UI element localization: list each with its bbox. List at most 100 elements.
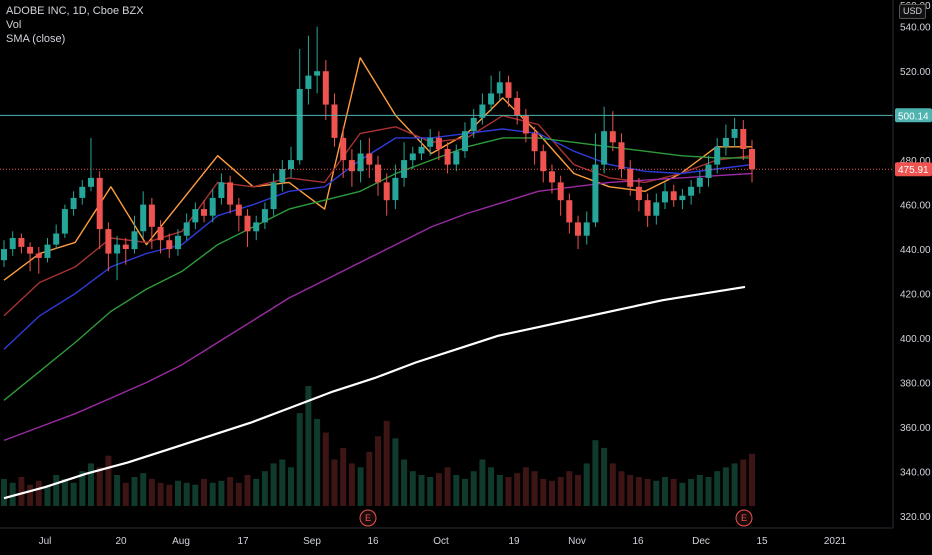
candle-body <box>696 177 703 187</box>
volume-bar <box>549 480 555 506</box>
volume-bar <box>566 471 573 506</box>
volume-bar <box>453 475 460 506</box>
volume-bar <box>122 482 129 506</box>
candle-body <box>496 82 503 94</box>
volume-bar <box>435 473 442 506</box>
candle-body <box>253 222 260 232</box>
volume-bar <box>635 477 642 506</box>
volume-bar <box>114 475 121 506</box>
currency-badge[interactable]: USD <box>898 4 926 19</box>
x-tick-label: 16 <box>367 536 379 547</box>
y-tick-label: 320.00 <box>900 512 931 523</box>
volume-bar <box>557 477 564 506</box>
volume-bar <box>314 418 321 506</box>
candle-body <box>279 169 286 183</box>
volume-bar <box>601 447 608 506</box>
volume-bar <box>409 471 416 506</box>
candle-body <box>148 204 155 227</box>
candle-body <box>688 186 695 196</box>
price-chart[interactable]: 560.00320.00340.00360.00380.00400.00420.… <box>0 0 932 550</box>
volume-bar <box>348 463 355 506</box>
volume-bar <box>722 467 729 506</box>
volume-bar <box>383 420 390 506</box>
x-tick-label: Oct <box>433 536 449 547</box>
volume-bar <box>670 478 677 506</box>
volume-bar <box>583 463 590 506</box>
volume-bar <box>209 482 216 506</box>
x-tick-label: 17 <box>237 536 249 547</box>
volume-bar <box>522 467 529 506</box>
volume-bar <box>427 477 434 506</box>
volume-bar <box>592 440 599 506</box>
candle-body <box>644 200 651 216</box>
volume-bar <box>105 455 112 506</box>
x-tick-label: Jul <box>39 536 52 547</box>
volume-bar <box>575 475 581 506</box>
candle-body <box>192 209 199 223</box>
x-tick-label: 19 <box>508 536 520 547</box>
candle-body <box>35 253 42 258</box>
y-tick-label: 400.00 <box>900 334 931 345</box>
volume-bar <box>418 475 425 506</box>
volume-bar <box>61 478 68 506</box>
candle-body <box>453 151 460 165</box>
candle-body <box>627 169 634 187</box>
candle-body <box>722 137 729 147</box>
volume-bar <box>166 484 173 506</box>
candle-body <box>444 149 451 165</box>
candle-body <box>557 182 564 201</box>
candle-body <box>383 182 390 201</box>
volume-bar <box>235 482 242 506</box>
candle-body <box>53 233 60 245</box>
candle-body <box>27 246 34 254</box>
candle-body <box>79 186 86 198</box>
candle-body <box>105 229 112 254</box>
candle-body <box>122 244 129 249</box>
volume-bar <box>192 484 199 506</box>
volume-bar <box>288 467 294 506</box>
volume-bar <box>157 482 164 506</box>
volume-bar <box>131 477 138 506</box>
candle-body <box>714 146 721 165</box>
volume-bar <box>148 478 155 506</box>
candle-body <box>18 238 25 247</box>
y-tick-label: 380.00 <box>900 379 931 390</box>
volume-bar <box>714 471 721 506</box>
candle-body <box>740 129 747 149</box>
candle-body <box>470 117 477 132</box>
x-tick-label: 20 <box>115 536 127 547</box>
candle-body <box>679 195 686 201</box>
legend-volume: Vol <box>6 19 22 31</box>
candle-body <box>1 249 7 261</box>
volume-bar <box>696 475 703 506</box>
candle-body <box>418 146 425 154</box>
volume-bar <box>96 467 103 506</box>
earnings-marker-label: E <box>741 513 747 523</box>
volume-bar <box>470 471 477 506</box>
volume-bar <box>392 438 399 506</box>
volume-bar <box>244 475 251 506</box>
candle-body <box>540 151 547 172</box>
price-label: 500.14 <box>898 111 929 122</box>
volume-bar <box>618 471 625 506</box>
candle-body <box>549 171 555 183</box>
x-tick-label: 15 <box>756 536 768 547</box>
candle-body <box>270 182 277 210</box>
volume-bar <box>357 467 364 506</box>
candle-body <box>9 238 16 250</box>
y-tick-label: 360.00 <box>900 423 931 434</box>
candle-body <box>583 222 590 236</box>
candle-body <box>522 115 529 134</box>
x-tick-label: Sep <box>303 536 321 547</box>
candle-body <box>592 164 599 223</box>
candle-body <box>235 204 242 216</box>
candle-body <box>435 137 442 149</box>
candle-body <box>44 244 51 258</box>
volume-bar <box>253 478 260 506</box>
volume-bar <box>653 480 660 506</box>
volume-bar <box>340 447 347 506</box>
volume-bar <box>261 471 268 506</box>
chart-root[interactable]: 560.00320.00340.00360.00380.00400.00420.… <box>0 0 932 550</box>
volume-bar <box>688 478 695 506</box>
candle-body <box>531 133 538 152</box>
